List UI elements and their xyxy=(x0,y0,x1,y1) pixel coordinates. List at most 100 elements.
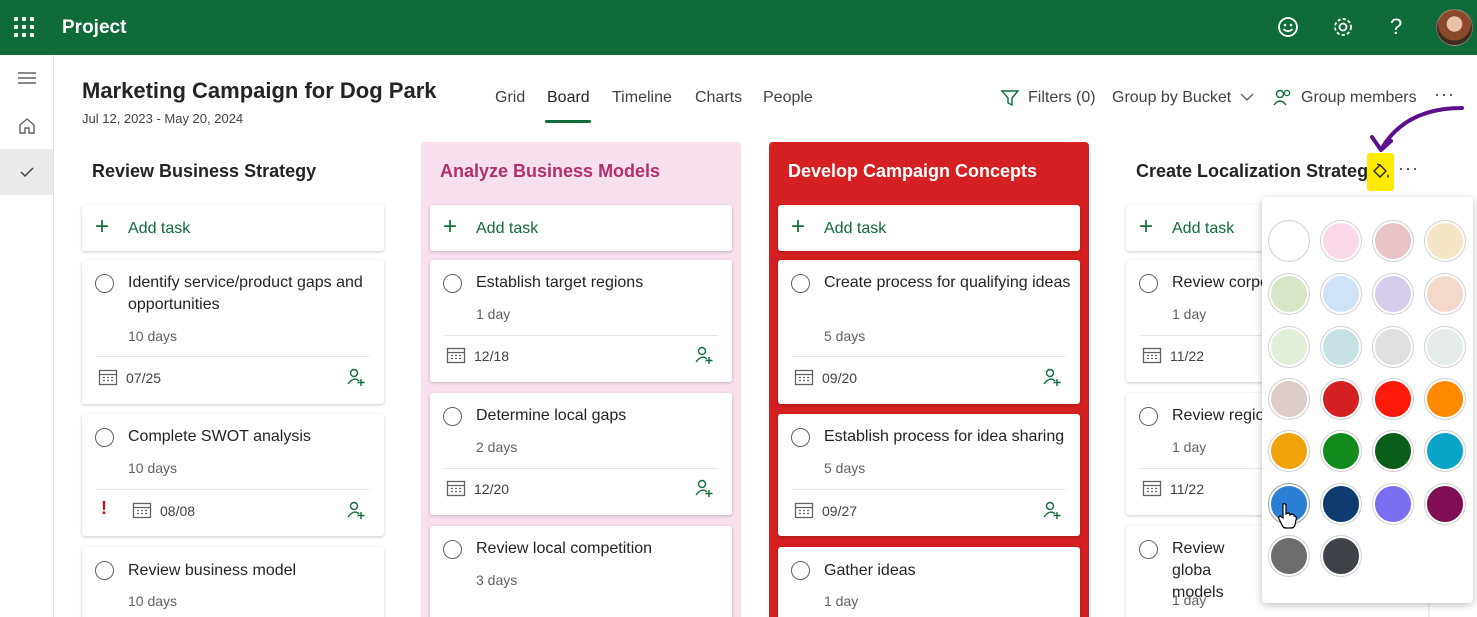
task-card[interactable]: Determine local gaps 2 days 12/20 xyxy=(430,393,732,515)
calendar-icon xyxy=(794,369,814,386)
task-name: Determine local gaps xyxy=(476,407,627,424)
plus-icon: + xyxy=(443,213,458,240)
smiley-feedback-icon[interactable] xyxy=(1275,14,1301,40)
task-name: Identify service/product gaps and opport… xyxy=(128,274,363,313)
tab-charts[interactable]: Charts xyxy=(695,89,742,107)
assign-person-icon[interactable] xyxy=(694,478,714,498)
complete-task-checkbox[interactable] xyxy=(791,274,810,293)
color-swatch[interactable] xyxy=(1373,327,1413,367)
complete-task-checkbox[interactable] xyxy=(1139,407,1158,426)
complete-task-checkbox[interactable] xyxy=(443,540,462,559)
color-swatch[interactable] xyxy=(1373,274,1413,314)
gear-icon[interactable] xyxy=(1330,14,1356,40)
group-members-icon[interactable] xyxy=(1272,87,1294,109)
task-card[interactable]: Establish process for idea sharing 5 day… xyxy=(778,414,1080,536)
bucket-title[interactable]: Analyze Business Models xyxy=(440,161,660,182)
color-swatch[interactable] xyxy=(1269,221,1309,261)
color-swatch[interactable] xyxy=(1321,536,1361,576)
color-swatch[interactable] xyxy=(1269,274,1309,314)
complete-task-checkbox[interactable] xyxy=(1139,540,1158,559)
color-swatch[interactable] xyxy=(1321,274,1361,314)
hamburger-menu-icon[interactable] xyxy=(0,55,53,101)
task-card[interactable]: Complete SWOT analysis 10 days ! 08/08 xyxy=(82,414,384,536)
bucket-title[interactable]: Develop Campaign Concepts xyxy=(788,161,1037,182)
add-task-button[interactable]: + Add task xyxy=(430,205,732,251)
color-swatch[interactable] xyxy=(1321,431,1361,471)
complete-task-checkbox[interactable] xyxy=(95,274,114,293)
task-due-date: 12/18 xyxy=(474,348,510,364)
assign-person-icon[interactable] xyxy=(346,500,366,520)
app-title[interactable]: Project xyxy=(62,17,126,39)
complete-task-checkbox[interactable] xyxy=(791,561,810,580)
complete-task-checkbox[interactable] xyxy=(443,407,462,426)
filter-icon[interactable] xyxy=(1000,88,1020,108)
divider xyxy=(792,489,1066,490)
divider xyxy=(444,468,718,469)
complete-task-checkbox[interactable] xyxy=(95,561,114,580)
bucket-color-button[interactable] xyxy=(1367,153,1394,191)
help-icon[interactable]: ? xyxy=(1390,14,1402,40)
color-swatch[interactable] xyxy=(1321,327,1361,367)
chevron-down-icon[interactable] xyxy=(1240,92,1254,102)
more-options-icon[interactable]: ··· xyxy=(1434,84,1455,105)
left-rail xyxy=(0,55,54,617)
color-swatch[interactable] xyxy=(1269,431,1309,471)
color-swatch[interactable] xyxy=(1269,327,1309,367)
color-swatch[interactable] xyxy=(1269,536,1309,576)
add-task-button[interactable]: + Add task xyxy=(778,205,1080,251)
tab-people[interactable]: People xyxy=(763,89,813,107)
plan-dates: Jul 12, 2023 - May 20, 2024 xyxy=(82,111,244,126)
task-card[interactable]: Identify service/product gaps and opport… xyxy=(82,260,384,404)
complete-task-checkbox[interactable] xyxy=(95,428,114,447)
bucket-more-options-icon[interactable]: ··· xyxy=(1398,158,1419,179)
filters-button[interactable]: Filters (0) xyxy=(1028,89,1096,107)
avatar[interactable] xyxy=(1436,9,1473,46)
color-swatch[interactable] xyxy=(1321,379,1361,419)
bucket-title[interactable]: Review Business Strategy xyxy=(92,161,316,182)
color-swatch[interactable] xyxy=(1425,379,1465,419)
tab-timeline[interactable]: Timeline xyxy=(612,89,672,107)
color-swatch[interactable] xyxy=(1425,327,1465,367)
bucket-title[interactable]: Create Localization Strateg xyxy=(1136,161,1368,182)
complete-task-checkbox[interactable] xyxy=(791,428,810,447)
complete-task-checkbox[interactable] xyxy=(1139,274,1158,293)
calendar-icon xyxy=(446,480,466,497)
task-duration: 3 days xyxy=(476,572,518,588)
task-name: Gather ideas xyxy=(824,562,916,579)
group-by-button[interactable]: Group by Bucket xyxy=(1112,89,1231,107)
tab-board[interactable]: Board xyxy=(547,89,590,107)
color-swatch[interactable] xyxy=(1373,431,1413,471)
color-swatch[interactable] xyxy=(1373,221,1413,261)
color-swatch[interactable] xyxy=(1321,484,1361,524)
divider xyxy=(792,356,1066,357)
task-card[interactable]: Establish target regions 1 day 12/18 xyxy=(430,260,732,382)
home-icon[interactable] xyxy=(0,103,53,149)
color-swatch[interactable] xyxy=(1425,431,1465,471)
color-swatch[interactable] xyxy=(1321,221,1361,261)
task-card[interactable]: Gather ideas 1 day xyxy=(778,547,1080,617)
hand-cursor-icon xyxy=(1278,503,1297,529)
color-swatch[interactable] xyxy=(1373,484,1413,524)
task-card[interactable]: Review local competition 3 days xyxy=(430,526,732,617)
color-swatch[interactable] xyxy=(1425,274,1465,314)
color-swatch[interactable] xyxy=(1269,379,1309,419)
my-tasks-check-icon[interactable] xyxy=(0,149,53,195)
assign-person-icon[interactable] xyxy=(346,367,366,387)
assign-person-icon[interactable] xyxy=(1042,367,1062,387)
task-name: Review local competition xyxy=(476,540,653,557)
add-task-button[interactable]: + Add task xyxy=(82,205,384,251)
color-swatch[interactable] xyxy=(1425,484,1465,524)
task-duration: 10 days xyxy=(128,328,178,344)
active-tab-indicator xyxy=(545,120,591,123)
assign-person-icon[interactable] xyxy=(1042,500,1062,520)
app-launcher-icon[interactable] xyxy=(14,17,34,37)
color-swatch[interactable] xyxy=(1373,379,1413,419)
complete-task-checkbox[interactable] xyxy=(443,274,462,293)
task-card[interactable]: Create process for qualifying ideas 5 da… xyxy=(778,260,1080,404)
tab-grid[interactable]: Grid xyxy=(495,89,525,107)
color-swatch[interactable] xyxy=(1425,221,1465,261)
assign-person-icon[interactable] xyxy=(694,345,714,365)
task-duration: 1 day xyxy=(1172,592,1207,608)
task-card[interactable]: Review business model 10 days xyxy=(82,547,384,617)
task-due-date: 12/20 xyxy=(474,481,510,497)
